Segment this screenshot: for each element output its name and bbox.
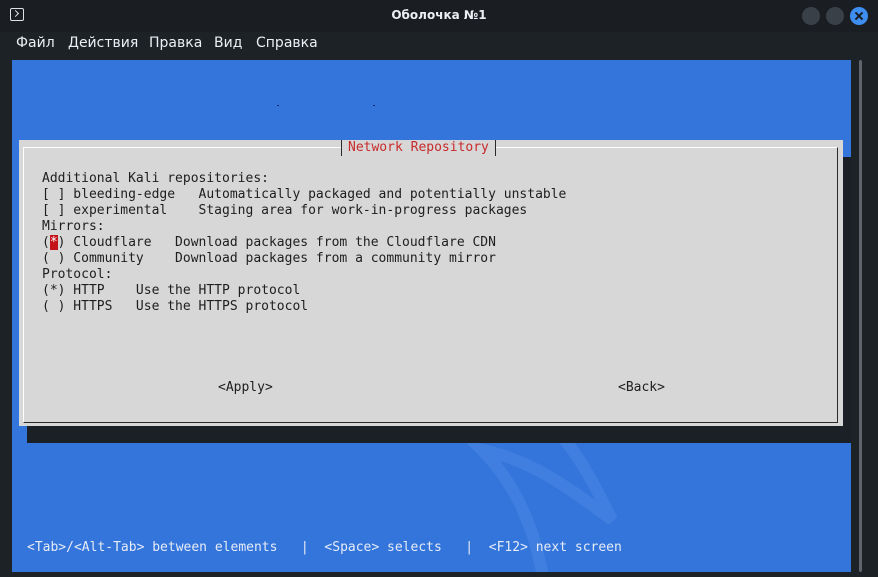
network-repository-dialog: Network Repository Additional Kali repos… [19, 140, 843, 426]
selection-cursor: * [49, 235, 58, 250]
menu-edit[interactable]: Правка [149, 35, 202, 51]
terminal-screen[interactable]: Network Repository Additional Kali repos… [12, 60, 851, 572]
menu-actions[interactable]: Действия [68, 35, 138, 51]
dialog-title: Network Repository [341, 140, 496, 156]
window-title: Оболочка №1 [391, 8, 487, 22]
terminal-window: Оболочка №1 Файл Действия Правка Вид Спр… [0, 0, 878, 577]
radio-http[interactable]: (*) HTTP Use the HTTP protocol [42, 283, 300, 299]
apply-button[interactable]: <Apply> [218, 380, 273, 396]
radio-cloudflare[interactable]: (*) Cloudflare Download packages from th… [42, 235, 496, 251]
back-button[interactable]: <Back> [618, 380, 665, 396]
section-label-repositories: Additional Kali repositories: [42, 171, 269, 186]
radio-https[interactable]: ( ) HTTPS Use the HTTPS protocol [42, 299, 308, 315]
screen-artifact [373, 105, 375, 106]
close-button[interactable] [850, 7, 868, 25]
screen-artifact [277, 105, 279, 106]
maximize-button[interactable] [826, 7, 844, 25]
radio-community[interactable]: ( ) Community Download packages from a c… [42, 251, 496, 267]
menu-view[interactable]: Вид [214, 35, 242, 51]
minimize-button[interactable] [802, 7, 820, 25]
section-label-protocol: Protocol: [42, 267, 113, 282]
checkbox-bleeding-edge[interactable]: [ ] bleeding-edge Automatically packaged… [42, 187, 566, 203]
terminal-scrollbar[interactable] [858, 60, 864, 572]
scrollbar-thumb[interactable] [859, 60, 862, 572]
menu-help[interactable]: Справка [256, 35, 318, 51]
section-label-mirrors: Mirrors: [42, 219, 105, 234]
key-hints-status-line: <Tab>/<Alt-Tab> between elements | <Spac… [27, 540, 622, 555]
title-bar[interactable]: Оболочка №1 [0, 0, 878, 32]
checkbox-experimental[interactable]: [ ] experimental Staging area for work-i… [42, 203, 527, 219]
menu-file[interactable]: Файл [16, 35, 55, 51]
menu-bar: Файл Действия Правка Вид Справка [0, 32, 878, 56]
